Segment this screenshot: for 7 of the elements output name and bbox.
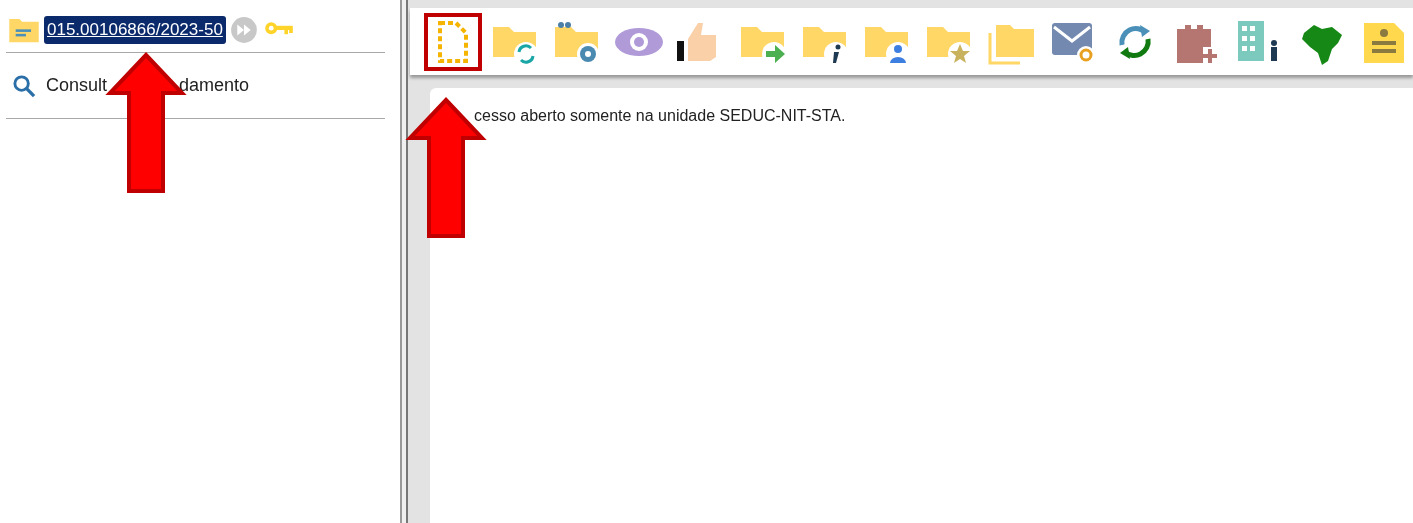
menu-link[interactable]: Consult — [46, 72, 108, 99]
status-message: cesso aberto somente na unidade SEDUC-NIT-STA. — [474, 106, 847, 126]
panel-splitter[interactable] — [400, 0, 408, 523]
menu-link[interactable]: damento — [179, 72, 250, 99]
toolbar-button[interactable] — [424, 12, 482, 71]
process-number-link[interactable]: 015.00106866/2023-50 — [44, 16, 226, 44]
search-icon — [12, 73, 36, 98]
